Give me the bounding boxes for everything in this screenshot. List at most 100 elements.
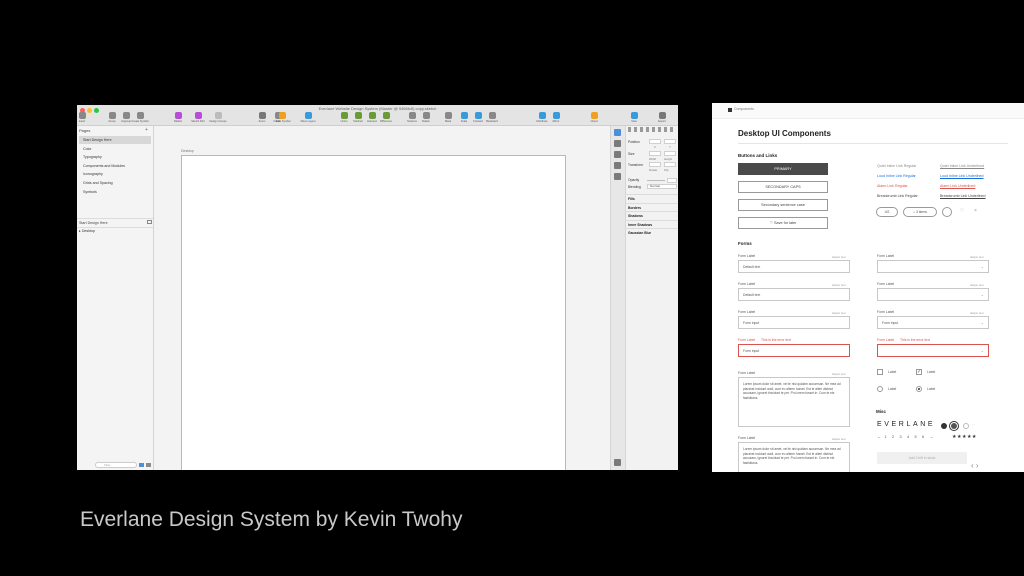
layer-page-icon[interactable] <box>147 220 152 224</box>
inspector-section-0[interactable]: Fills <box>625 194 678 202</box>
button-1[interactable]: SECONDARY CAPS <box>738 181 828 193</box>
heart-icon[interactable]: ♡ <box>960 208 964 214</box>
button-3[interactable]: ♡ Save for later <box>738 217 828 229</box>
link-regular-1[interactable]: Loud Inline Link Regular <box>877 174 916 178</box>
chevron-down-icon: ⌄ <box>980 264 984 269</box>
color-swatch-selected[interactable] <box>951 423 957 429</box>
difference-icon <box>382 112 390 119</box>
pagination-item-0[interactable]: ← <box>877 435 881 439</box>
page-item-6[interactable]: Symbols <box>79 188 151 196</box>
toolbar-button-9[interactable]: Create Symbol <box>271 112 293 123</box>
artboard-desktop[interactable] <box>181 155 566 470</box>
add-page-icon[interactable]: + <box>145 127 148 133</box>
export-icon[interactable] <box>614 173 621 180</box>
page-item-1[interactable]: Color <box>79 145 151 153</box>
flip-input[interactable] <box>664 162 676 167</box>
checkbox-unchecked[interactable] <box>877 369 883 375</box>
position-y-input[interactable] <box>664 139 676 144</box>
layer-filter-input[interactable]: Filter <box>95 462 137 468</box>
alignment-toolbar[interactable] <box>628 127 676 132</box>
circle-icon-button[interactable] <box>942 207 952 217</box>
rotate-input[interactable] <box>649 162 661 167</box>
pill-us[interactable]: US <box>876 207 898 217</box>
opacity-slider[interactable] <box>647 180 665 181</box>
filter-options-icon[interactable] <box>139 463 144 467</box>
page-item-4[interactable]: Iconography <box>79 170 151 178</box>
style-icon[interactable] <box>614 140 621 147</box>
text-input-2[interactable]: Form input <box>738 316 850 329</box>
breadcrumb[interactable]: Components <box>734 107 754 111</box>
toolbar-button-10[interactable]: Move Layout <box>297 112 319 123</box>
pill-cart-items[interactable]: ⌂ 3 items <box>903 207 937 217</box>
prototype-icon[interactable] <box>614 151 621 158</box>
link-regular-3[interactable]: Breadcrumb Link Regular <box>877 194 918 198</box>
inspector-section-3[interactable]: Inner Shadows <box>625 219 678 228</box>
select-input-1[interactable]: ⌄ <box>877 288 989 301</box>
toolbar-button-4[interactable]: Reflect <box>167 112 189 123</box>
link-underlined-1[interactable]: Loud Inline Link Underlined <box>940 174 984 178</box>
select-input-3[interactable]: ⌄ <box>877 344 989 357</box>
inspector-section-4[interactable]: Gaussian Blur <box>625 228 678 236</box>
inspector-section-1[interactable]: Borders <box>625 202 678 211</box>
pagination-item-4[interactable]: 4 <box>907 435 909 439</box>
page-item-2[interactable]: Typography <box>79 153 151 161</box>
blending-select[interactable]: Normal <box>647 184 677 189</box>
pagination-item-2[interactable]: 2 <box>892 435 894 439</box>
toolbar-button-0[interactable]: Insert <box>77 112 93 123</box>
radio-unselected[interactable] <box>877 386 883 392</box>
toolbar-button-16[interactable]: Flatten <box>415 112 437 123</box>
link-underlined-3[interactable]: Breadcrumb Link Underlined <box>940 194 986 198</box>
canvas[interactable]: Desktop <box>154 126 610 470</box>
toolbar-button-24[interactable]: View <box>623 112 645 123</box>
link-underlined-2[interactable]: Alarm Link Underlined <box>940 184 975 188</box>
pagination-item-6[interactable]: 6 <box>922 435 924 439</box>
pagination-item-3[interactable]: 3 <box>900 435 902 439</box>
link-regular-2[interactable]: Alarm Link Regular <box>877 184 908 188</box>
height-input[interactable] <box>664 151 676 156</box>
select-input-0[interactable]: ⌄ <box>877 260 989 273</box>
radio-selected[interactable] <box>916 386 922 392</box>
add-to-cart-button[interactable]: Add 2 left in stock <box>877 452 967 464</box>
inspector-section-2[interactable]: Shadows <box>625 211 678 219</box>
toolbar-button-3[interactable]: Create Symbol <box>129 112 151 123</box>
artboard-label[interactable]: Desktop <box>181 149 194 153</box>
carousel-arrows-icon[interactable]: ‹ › <box>971 461 979 470</box>
textarea-1[interactable]: Lorem ipsum dolor sit amet, vel te nisi … <box>738 442 850 472</box>
star-rating[interactable]: ★★★★★ <box>952 434 977 440</box>
text-input-3[interactable]: Form input <box>738 344 850 357</box>
close-icon[interactable]: × <box>974 208 977 214</box>
color-swatch-white[interactable] <box>963 423 969 429</box>
layer-item-desktop[interactable]: ▸ Desktop <box>79 229 95 233</box>
color-swatch-black[interactable] <box>941 423 947 429</box>
toolbar-button-20[interactable]: Backward <box>481 112 503 123</box>
page-item-0[interactable]: Start Design Here <box>79 136 151 144</box>
pagination-item-7[interactable]: → <box>930 435 934 439</box>
text-input-1[interactable]: Default text <box>738 288 850 301</box>
link-regular-0[interactable]: Quiet Inline Link Regular <box>877 164 916 168</box>
pagination-item-1[interactable]: 1 <box>885 435 887 439</box>
text-input-0[interactable]: Default text <box>738 260 850 273</box>
export-slices-icon[interactable] <box>146 463 151 467</box>
align-icon[interactable] <box>614 129 621 136</box>
textarea-0[interactable]: Lorem ipsum dolor sit amet, vel te nisi … <box>738 377 850 427</box>
pin-icon[interactable] <box>614 459 621 466</box>
pagination-item-5[interactable]: 5 <box>915 435 917 439</box>
toolbar-button-23[interactable]: Cloud <box>583 112 605 123</box>
layout-icon[interactable] <box>614 162 621 169</box>
button-0[interactable]: PRIMARY <box>738 163 828 175</box>
page-item-3[interactable]: Components and Modules <box>79 162 151 170</box>
toolbar-button-25[interactable]: Export <box>651 112 673 123</box>
swatch-more-icon[interactable]: · · <box>972 423 975 427</box>
position-x-input[interactable] <box>649 139 661 144</box>
button-2[interactable]: Secondary sentence case <box>738 199 828 211</box>
width-input[interactable] <box>649 151 661 156</box>
toolbar-button-5[interactable]: Sketch Part <box>187 112 209 123</box>
page-item-5[interactable]: Grids and Spacing <box>79 179 151 187</box>
opacity-input[interactable] <box>667 178 677 183</box>
toolbar-button-6[interactable]: Design Comps <box>207 112 229 123</box>
link-underlined-0[interactable]: Quiet Inline Link Underlined <box>940 164 984 168</box>
toolbar-button-22[interactable]: Mirror <box>545 112 567 123</box>
toolbar-button-14[interactable]: Difference <box>375 112 397 123</box>
select-input-2[interactable]: Form input ⌄ <box>877 316 989 329</box>
checkbox-checked[interactable]: ✓ <box>916 369 922 375</box>
